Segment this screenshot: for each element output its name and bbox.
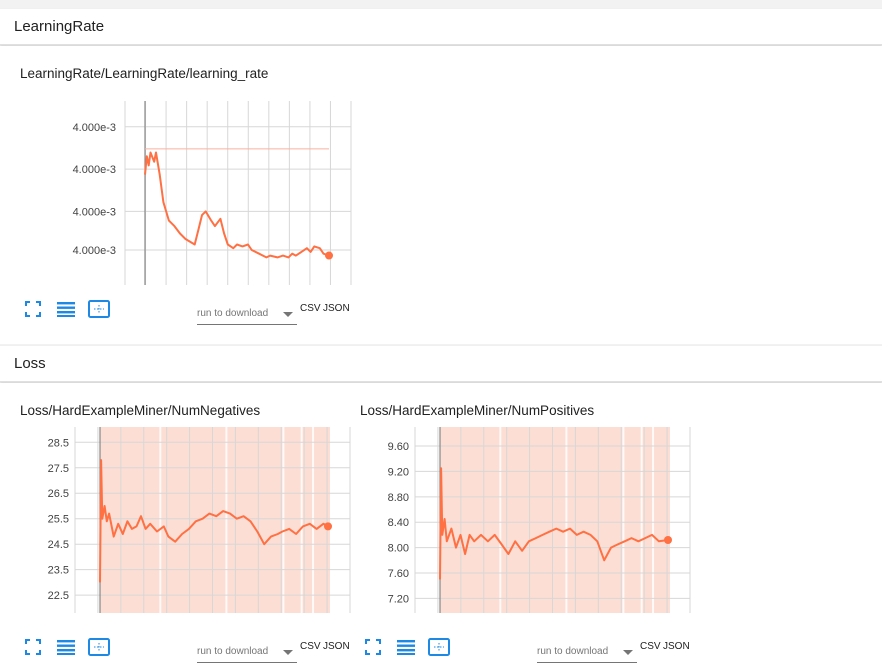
series-last-point xyxy=(664,535,672,544)
y-tick-label: 8.80 xyxy=(388,492,409,504)
list-icon[interactable] xyxy=(56,638,80,660)
series-last-point xyxy=(325,251,333,260)
y-tick-label: 4.000e-3 xyxy=(73,206,116,218)
section-title: LearningRate xyxy=(14,18,105,35)
run-select-placeholder: run to download xyxy=(537,646,609,657)
expand-icon[interactable] xyxy=(24,638,48,660)
top-bar xyxy=(0,0,882,9)
line-chart[interactable]: 9.60 9.20 8.80 8.40 8.00 7.60 7.20 xyxy=(340,427,700,613)
section-body-learningrate: LearningRate/LearningRate/learning_rate … xyxy=(0,46,882,344)
band-gap xyxy=(565,427,568,613)
run-select[interactable]: run to download xyxy=(197,643,297,663)
expand-icon[interactable] xyxy=(364,638,388,660)
section-header-learningrate[interactable]: LearningRate xyxy=(0,9,882,45)
range-band xyxy=(100,427,330,613)
chart-card: Loss/HardExampleMiner/NumPositives 9.60 9… xyxy=(340,403,691,664)
card-toolbar: run to download CSV JSON xyxy=(340,638,690,664)
y-tick-label: 28.5 xyxy=(48,437,69,449)
card-title: Loss/HardExampleMiner/NumPositives xyxy=(360,403,595,418)
y-tick-label: 9.20 xyxy=(388,466,409,478)
series-last-point xyxy=(324,522,332,531)
chart-card: Loss/HardExampleMiner/NumNegatives 28.5 2… xyxy=(0,403,351,664)
run-select-placeholder: run to download xyxy=(197,308,269,319)
card-toolbar: run to download CSV JSON xyxy=(0,300,350,326)
card-title: Loss/HardExampleMiner/NumNegatives xyxy=(20,403,261,418)
run-select[interactable]: run to download xyxy=(197,305,297,325)
band-gap xyxy=(640,427,643,613)
json-link[interactable]: JSON xyxy=(323,303,350,314)
band-gap xyxy=(499,427,502,613)
line-chart[interactable]: 4.000e-3 4.000e-3 4.000e-3 4.000e-3 xyxy=(0,86,360,286)
section-body-loss: Loss/HardExampleMiner/NumNegatives 28.5 2… xyxy=(0,383,882,666)
csv-link[interactable]: CSV xyxy=(300,303,321,314)
fit-domain-icon[interactable] xyxy=(428,638,452,660)
json-link[interactable]: JSON xyxy=(663,641,690,652)
list-icon[interactable] xyxy=(56,300,80,322)
card-title: LearningRate/LearningRate/learning_rate xyxy=(20,66,269,81)
y-tick-label: 7.20 xyxy=(388,593,409,605)
y-tick-label: 27.5 xyxy=(48,463,69,475)
csv-link[interactable]: CSV xyxy=(300,641,321,652)
band-gap xyxy=(300,427,303,613)
y-tick-label: 7.60 xyxy=(388,568,409,580)
chevron-down-icon xyxy=(283,650,293,655)
section-title: Loss xyxy=(14,355,46,372)
y-tick-label: 9.60 xyxy=(388,441,409,453)
range-band xyxy=(440,427,670,613)
band-gap xyxy=(312,427,315,613)
list-icon[interactable] xyxy=(396,638,420,660)
run-select[interactable]: run to download xyxy=(537,643,637,663)
y-tick-label: 4.000e-3 xyxy=(73,245,116,257)
y-tick-label: 8.00 xyxy=(388,543,409,555)
chart-card: LearningRate/LearningRate/learning_rate … xyxy=(0,66,352,336)
y-tick-label: 26.5 xyxy=(48,488,69,500)
y-tick-label: 4.000e-3 xyxy=(73,122,116,134)
band-gap xyxy=(622,427,625,613)
y-tick-label: 8.40 xyxy=(388,517,409,529)
band-gap xyxy=(282,427,285,613)
y-tick-label: 22.5 xyxy=(48,590,69,602)
chevron-down-icon xyxy=(623,650,633,655)
expand-icon[interactable] xyxy=(24,300,48,322)
card-toolbar: run to download CSV JSON xyxy=(0,638,350,664)
run-select-placeholder: run to download xyxy=(197,646,269,657)
series-line xyxy=(144,151,330,259)
band-gap xyxy=(652,427,655,613)
section-header-loss[interactable]: Loss xyxy=(0,346,882,382)
fit-domain-icon[interactable] xyxy=(88,638,112,660)
y-tick-label: 24.5 xyxy=(48,539,69,551)
csv-link[interactable]: CSV xyxy=(640,641,661,652)
y-tick-label: 25.5 xyxy=(48,514,69,526)
band-gap xyxy=(225,427,228,613)
chevron-down-icon xyxy=(283,312,293,317)
line-chart[interactable]: 28.5 27.5 26.5 25.5 24.5 23.5 22.5 xyxy=(0,427,360,613)
fit-domain-icon[interactable] xyxy=(88,300,112,322)
y-tick-label: 4.000e-3 xyxy=(73,164,116,176)
y-tick-label: 23.5 xyxy=(48,565,69,577)
band-gap xyxy=(159,427,162,613)
